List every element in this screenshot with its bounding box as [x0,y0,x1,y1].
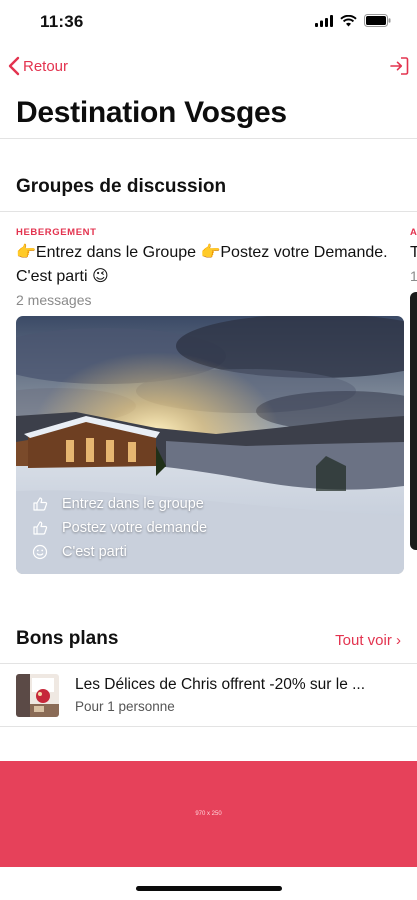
thumbs-up-icon [32,496,54,512]
card-image [410,292,417,550]
card-message-count: 1 [410,268,417,284]
home-indicator[interactable] [136,886,282,891]
chevron-left-icon [8,56,20,76]
overlay-item: Entrez dans le groupe [32,492,207,516]
sign-in-icon [390,57,409,75]
battery-icon [364,14,391,32]
smiley-icon [32,544,54,560]
divider [0,726,417,727]
back-label: Retour [23,57,69,75]
overlay-label: Entrez dans le groupe [62,496,204,512]
card-title: 👉Entrez dans le Groupe 👉Postez votre Dem… [16,244,388,285]
card-category: HEBERGEMENT [16,227,97,238]
overlay-label: C'est parti [62,544,127,560]
signal-icon [315,14,333,32]
status-bar: 11:36 [0,0,417,46]
group-card-next[interactable]: A T 1 [410,212,417,550]
back-button[interactable]: Retour [8,56,68,76]
groups-section-title: Groupes de discussion [16,176,227,197]
card-image: Entrez dans le groupe Postez votre deman… [16,316,404,574]
overlay-label: Postez votre demande [62,520,208,536]
group-carousel[interactable]: HEBERGEMENT 👉Entrez dans le Groupe 👉Post… [0,212,417,584]
ad-banner[interactable]: 970 x 250 [0,761,417,867]
deal-thumbnail [16,674,59,717]
ad-size-label: 970 x 250 [195,811,222,817]
see-all-link[interactable]: Tout voir › [335,632,401,649]
card-title: T [410,244,417,261]
status-time: 11:36 [40,12,84,31]
overlay-item: Postez votre demande [32,516,207,540]
wifi-icon [340,14,357,32]
card-message-count: 2 messages [16,292,92,308]
thumbs-up-icon [32,520,54,536]
page-title: Destination Vosges [16,96,287,129]
card-category: A [410,227,417,238]
deal-title: Les Délices de Chris offrent -20% sur le… [75,676,366,693]
overlay-item: C'est parti [32,540,207,564]
deals-section-title: Bons plans [16,628,119,649]
deal-subtitle: Pour 1 personne [75,699,175,714]
divider [0,138,417,139]
card-overlay-list: Entrez dans le groupe Postez votre deman… [32,492,207,564]
status-icons [315,14,391,32]
group-card[interactable]: HEBERGEMENT 👉Entrez dans le Groupe 👉Post… [16,212,404,574]
nav-bar: Retour [0,50,417,86]
login-button[interactable] [389,56,409,81]
deal-list-item[interactable]: Les Délices de Chris offrent -20% sur le… [0,664,417,726]
